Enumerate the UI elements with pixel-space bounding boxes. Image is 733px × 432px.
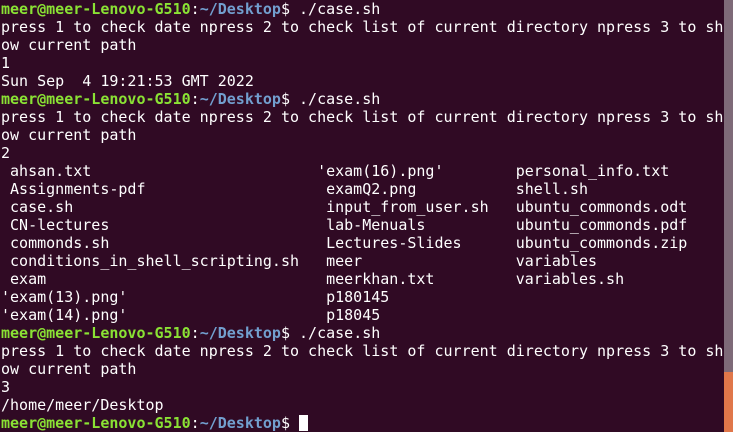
prompt-sign: $ xyxy=(280,414,300,432)
ls-entry: ubuntu_commonds.odt xyxy=(515,198,688,216)
prompt-separator: : xyxy=(190,0,200,18)
prompt-line: meer@meer-Lenovo-G510:~/Desktop$ ./case.… xyxy=(1,324,723,342)
output-line: press 1 to check date npress 2 to check … xyxy=(1,342,723,360)
output-line: 2 xyxy=(1,144,723,162)
ls-entry: p180145 xyxy=(317,288,390,306)
ls-entry: meer xyxy=(317,252,363,270)
ls-entry: ubuntu_commonds.zip xyxy=(515,234,688,252)
ls-row: ahsan.txt 'exam(16).png' personal_info.txt xyxy=(1,162,723,180)
prompt-path: ~/Desktop xyxy=(199,324,281,342)
ls-entry: 'exam(16).png' xyxy=(317,162,444,180)
cursor[interactable] xyxy=(299,415,309,431)
prompt-sign: $ xyxy=(280,0,300,18)
ls-entry: meerkhan.txt xyxy=(317,270,435,288)
prompt-sign: $ xyxy=(280,90,300,108)
output-text: ow current path xyxy=(1,36,137,54)
output-line: press 1 to check date npress 2 to check … xyxy=(1,18,723,36)
ls-entry: input_from_user.sh xyxy=(317,198,489,216)
ls-entry: commonds.sh xyxy=(1,234,110,252)
prompt-user: meer@meer-Lenovo-G510 xyxy=(1,414,191,432)
output-line: press 1 to check date npress 2 to check … xyxy=(1,108,723,126)
ls-entry: 'exam(14).png' xyxy=(1,306,128,324)
output-line: ow current path xyxy=(1,126,723,144)
ls-entry: ubuntu_commonds.pdf xyxy=(515,216,688,234)
ls-entry: CN-lectures xyxy=(1,216,110,234)
output-text: Sun Sep 4 19:21:53 GMT 2022 xyxy=(1,72,254,90)
ls-row: CN-lectures lab-Menuals ubuntu_commonds.p… xyxy=(1,216,723,234)
scrollbar-thumb[interactable] xyxy=(724,372,733,432)
prompt-line: meer@meer-Lenovo-G510:~/Desktop$ ./case.… xyxy=(1,0,723,18)
command-text: ./case.sh xyxy=(299,324,381,342)
ls-entry: Assignments-pdf xyxy=(1,180,146,198)
prompt-separator: : xyxy=(190,414,200,432)
ls-row: Assignments-pdf examQ2.png shell.sh xyxy=(1,180,723,198)
command-text: ./case.sh xyxy=(299,0,381,18)
ls-entry: ahsan.txt xyxy=(1,162,92,180)
output-line: 3 xyxy=(1,378,723,396)
output-line: /home/meer/Desktop xyxy=(1,396,723,414)
ls-entry: 'exam(13).png' xyxy=(1,288,128,306)
scrollbar[interactable] xyxy=(724,0,733,432)
prompt-separator: : xyxy=(190,90,200,108)
ls-entry: conditions_in_shell_scripting.sh xyxy=(1,252,300,270)
output-text: /home/meer/Desktop xyxy=(1,396,164,414)
prompt-line: meer@meer-Lenovo-G510:~/Desktop$ xyxy=(1,414,723,432)
output-text: 3 xyxy=(1,378,11,396)
ls-entry: personal_info.txt xyxy=(515,162,670,180)
ls-entry: variables.sh xyxy=(515,270,625,288)
output-text: ow current path xyxy=(1,360,137,378)
output-text: 2 xyxy=(1,144,11,162)
ls-entry: shell.sh xyxy=(515,180,588,198)
ls-row: 'exam(14).png' p18045 xyxy=(1,306,723,324)
ls-row: commonds.sh Lectures-Slides ubuntu_common… xyxy=(1,234,723,252)
ls-row: 'exam(13).png' p180145 xyxy=(1,288,723,306)
output-line: Sun Sep 4 19:21:53 GMT 2022 xyxy=(1,72,723,90)
ls-entry: lab-Menuals xyxy=(317,216,426,234)
prompt-path: ~/Desktop xyxy=(199,0,281,18)
prompt-separator: : xyxy=(190,324,200,342)
prompt-path: ~/Desktop xyxy=(199,414,281,432)
command-text: ./case.sh xyxy=(299,90,381,108)
ls-entry: case.sh xyxy=(1,198,74,216)
output-line: ow current path xyxy=(1,36,723,54)
output-text: press 1 to check date npress 2 to check … xyxy=(1,18,724,36)
ls-entry: variables xyxy=(515,252,598,270)
prompt-user: meer@meer-Lenovo-G510 xyxy=(1,324,191,342)
output-text: 1 xyxy=(1,54,11,72)
ls-row: exam meerkhan.txt variables.sh xyxy=(1,270,723,288)
ls-row: conditions_in_shell_scripting.sh meer var… xyxy=(1,252,723,270)
output-line: ow current path xyxy=(1,360,723,378)
prompt-user: meer@meer-Lenovo-G510 xyxy=(1,90,191,108)
ls-entry: p18045 xyxy=(317,306,381,324)
output-text: press 1 to check date npress 2 to check … xyxy=(1,342,724,360)
ls-row: case.sh input_from_user.sh ubuntu_commond… xyxy=(1,198,723,216)
prompt-path: ~/Desktop xyxy=(199,90,281,108)
output-line: 1 xyxy=(1,54,723,72)
ls-entry: exam xyxy=(1,270,47,288)
prompt-sign: $ xyxy=(280,324,300,342)
ls-entry: Lectures-Slides xyxy=(317,234,462,252)
ls-entry: examQ2.png xyxy=(317,180,417,198)
prompt-line: meer@meer-Lenovo-G510:~/Desktop$ ./case.… xyxy=(1,90,723,108)
output-text: ow current path xyxy=(1,126,137,144)
terminal-output[interactable]: meer@meer-Lenovo-G510:~/Desktop$ ./case.… xyxy=(1,0,723,432)
output-text: press 1 to check date npress 2 to check … xyxy=(1,108,724,126)
prompt-user: meer@meer-Lenovo-G510 xyxy=(1,0,191,18)
